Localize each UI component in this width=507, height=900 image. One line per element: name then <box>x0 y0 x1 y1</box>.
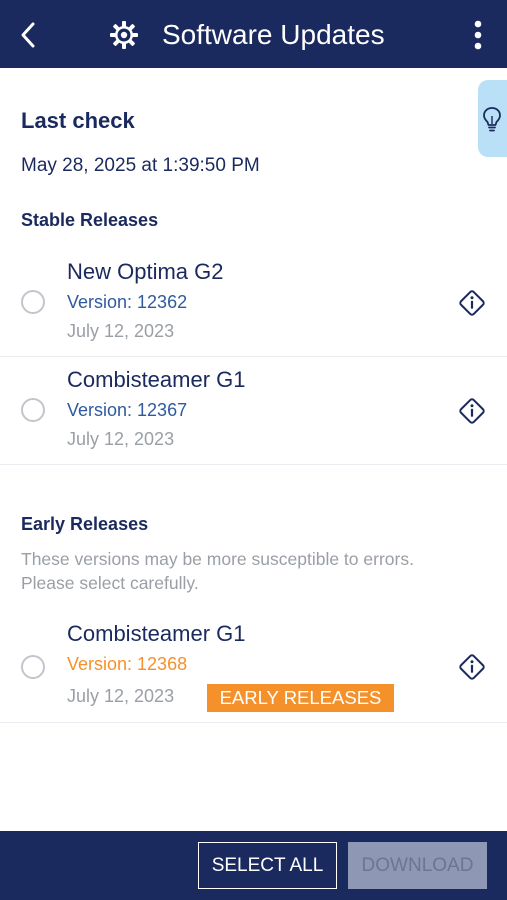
info-icon[interactable] <box>457 288 487 318</box>
early-releases-heading: Early Releases <box>21 514 149 534</box>
early-release-badge: EARLY RELEASES <box>207 684 394 712</box>
last-check-timestamp: May 28, 2025 at 1:39:50 PM <box>21 155 260 176</box>
release-date: July 12, 2023 <box>67 686 175 706</box>
select-all-button[interactable]: SELECT ALL <box>198 842 337 889</box>
info-icon[interactable] <box>457 396 487 426</box>
gear-icon <box>110 21 138 49</box>
release-radio[interactable] <box>21 655 45 679</box>
release-name: New Optima G2 <box>67 259 224 284</box>
release-version: Version: 12362 <box>67 292 188 312</box>
page-title: Software Updates <box>162 19 385 50</box>
last-check-label: Last check <box>21 108 135 133</box>
release-version: Version: 12368 <box>67 654 188 674</box>
release-name: Combisteamer G1 <box>67 621 246 646</box>
more-options-button[interactable] <box>466 18 490 52</box>
chevron-left-icon <box>21 22 35 48</box>
kebab-menu-icon <box>474 20 482 50</box>
release-version: Version: 12367 <box>67 400 188 420</box>
tips-tab[interactable] <box>478 80 507 157</box>
release-radio[interactable] <box>21 290 45 314</box>
stable-releases-heading: Stable Releases <box>21 210 159 230</box>
release-date: July 12, 2023 <box>67 429 175 449</box>
release-name: Combisteamer G1 <box>67 367 246 392</box>
release-radio[interactable] <box>21 398 45 422</box>
info-icon[interactable] <box>457 652 487 682</box>
back-button[interactable] <box>14 20 42 50</box>
early-releases-warning: These versions may be more susceptible t… <box>21 549 414 593</box>
release-row-new-optima-g2[interactable]: New Optima G2 Version: 12362 July 12, 20… <box>0 248 507 357</box>
release-row-combisteamer-g1[interactable]: Combisteamer G1 Version: 12367 July 12, … <box>0 356 507 465</box>
download-button[interactable]: DOWNLOAD <box>348 842 487 889</box>
release-date: July 12, 2023 <box>67 321 175 341</box>
lightbulb-icon <box>483 106 501 131</box>
release-row-combisteamer-g1-early[interactable]: Combisteamer G1 Version: 12368 July 12, … <box>0 614 507 723</box>
app-header: Software Updates <box>0 0 507 68</box>
